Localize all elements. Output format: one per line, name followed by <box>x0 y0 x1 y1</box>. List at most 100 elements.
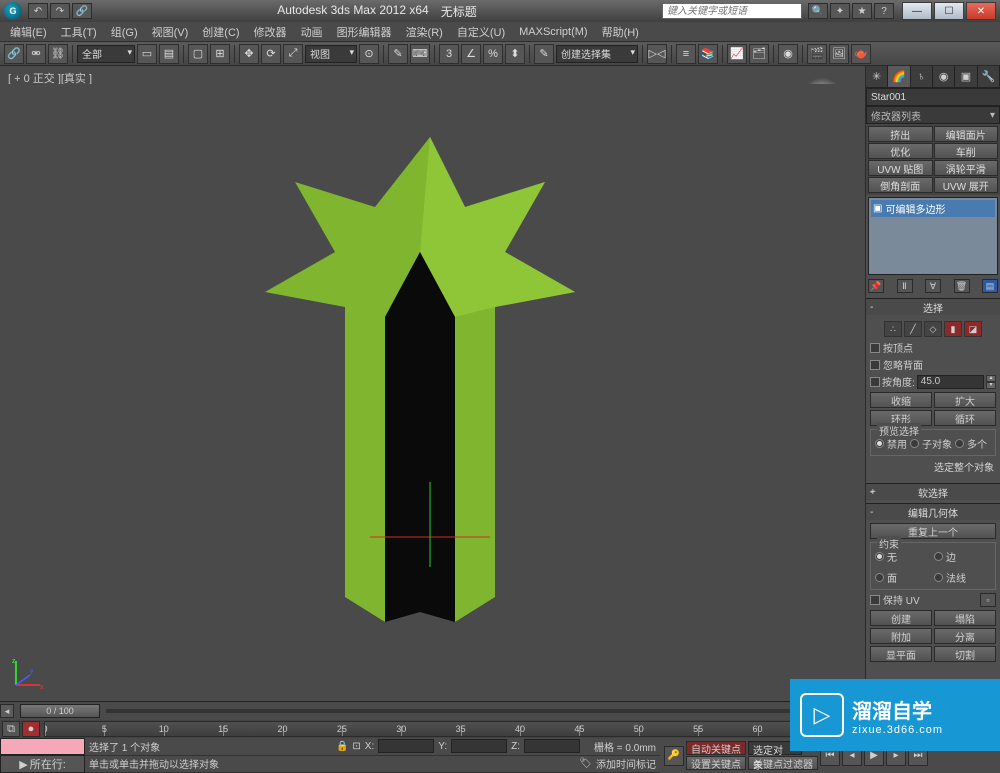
angle-spinner[interactable]: 45.0 <box>917 375 984 389</box>
object-name-field[interactable] <box>866 88 1000 106</box>
modifier-list[interactable]: 修改器列表▾ <box>866 106 1000 124</box>
radio-multi[interactable] <box>955 439 964 448</box>
radio-normal[interactable] <box>934 573 943 582</box>
tab-motion[interactable]: ◉ <box>933 66 955 87</box>
render-setup-icon[interactable]: 🎬 <box>807 44 827 64</box>
tab-hierarchy[interactable]: ♄ <box>911 66 933 87</box>
btn-grow[interactable]: 扩大 <box>934 392 996 408</box>
snap-icon[interactable]: 3 <box>439 44 459 64</box>
mod-btn-editpatch[interactable]: 编辑面片 <box>934 126 999 142</box>
menu-tools[interactable]: 工具(T) <box>55 22 103 42</box>
mod-btn-extrude[interactable]: 挤出 <box>868 126 933 142</box>
move-icon[interactable]: ✥ <box>239 44 259 64</box>
rollout-editgeo[interactable]: 编辑几何体 <box>866 504 1000 520</box>
radio-subobj[interactable] <box>910 439 919 448</box>
menu-views[interactable]: 视图(V) <box>146 22 195 42</box>
trackbar-toggle[interactable]: ⧉ <box>2 721 20 737</box>
btn-sliceplane[interactable]: 显平面 <box>870 646 932 662</box>
menu-help[interactable]: 帮助(H) <box>596 22 645 42</box>
infocenter-3[interactable]: ★ <box>852 3 872 19</box>
menu-modifiers[interactable]: 修改器 <box>248 22 293 42</box>
app-icon[interactable]: G <box>4 2 22 20</box>
mod-btn-turbosmooth[interactable]: 涡轮平滑 <box>934 160 999 176</box>
named-selection-set[interactable]: 创建选择集 <box>556 45 638 63</box>
link-icon[interactable]: 🔗 <box>4 44 24 64</box>
select-name-icon[interactable]: ▤ <box>159 44 179 64</box>
chk-preserveuv[interactable] <box>870 595 880 605</box>
named-sel-edit-icon[interactable]: ✎ <box>534 44 554 64</box>
subobj-polygon-icon[interactable]: ▮ <box>944 321 962 337</box>
curve-editor-icon[interactable]: 📈 <box>727 44 747 64</box>
menu-customize[interactable]: 自定义(U) <box>451 22 511 42</box>
infocenter-2[interactable]: ✦ <box>830 3 850 19</box>
qat-link[interactable]: 🔗 <box>72 3 92 19</box>
selection-filter[interactable]: 全部 <box>77 45 135 63</box>
menu-create[interactable]: 创建(C) <box>196 22 245 42</box>
help-search[interactable] <box>662 3 802 19</box>
tab-display[interactable]: ▣ <box>955 66 977 87</box>
chk-byvertex[interactable] <box>870 343 880 353</box>
infocenter-4[interactable]: ? <box>874 3 894 19</box>
btn-create[interactable]: 创建 <box>870 610 932 626</box>
close-button[interactable]: ✕ <box>966 2 996 20</box>
tab-modify[interactable]: 🌈 <box>888 66 910 87</box>
menu-group[interactable]: 组(G) <box>105 22 144 42</box>
time-slider[interactable]: 0 / 100 <box>20 704 100 718</box>
add-time-tag[interactable]: 添加时间标记 <box>596 756 656 771</box>
mirror-icon[interactable]: ▷◁ <box>647 44 667 64</box>
select-icon[interactable]: ▭ <box>137 44 157 64</box>
percent-snap-icon[interactable]: % <box>483 44 503 64</box>
menu-edit[interactable]: 编辑(E) <box>4 22 53 42</box>
rendered-frame-icon[interactable]: 🖼 <box>829 44 849 64</box>
chk-byangle[interactable] <box>870 377 880 387</box>
menu-animation[interactable]: 动画 <box>295 22 329 42</box>
expand-icon[interactable]: ▣ <box>873 203 882 214</box>
schematic-icon[interactable]: 🗂 <box>749 44 769 64</box>
lock-icon[interactable]: 🔒 <box>336 741 348 752</box>
timetag-icon[interactable]: 🏷 <box>579 758 592 769</box>
key-icon[interactable]: 🔑 <box>664 746 684 766</box>
align-icon[interactable]: ≡ <box>676 44 696 64</box>
coord-z[interactable] <box>524 739 580 753</box>
configure-icon[interactable]: ▤ <box>982 279 998 293</box>
bind-icon[interactable]: ⛓ <box>48 44 68 64</box>
show-end-icon[interactable]: Ⅱ <box>897 279 913 293</box>
radio-edge[interactable] <box>934 552 943 561</box>
subobj-border-icon[interactable]: ◇ <box>924 321 942 337</box>
stack-item-editable-poly[interactable]: ▣ 可编辑多边形 <box>871 200 995 217</box>
maximize-button[interactable]: ☐ <box>934 2 964 20</box>
refcoord-combo[interactable]: 视图 <box>305 45 357 63</box>
btn-attach[interactable]: 附加 <box>870 628 932 644</box>
manipulate-icon[interactable]: ✎ <box>388 44 408 64</box>
autokey-button[interactable]: 自动关键点 <box>686 741 746 755</box>
render-icon[interactable]: 🫖 <box>851 44 871 64</box>
preserve-uv-settings[interactable]: ▫ <box>980 593 996 607</box>
btn-detach[interactable]: 分离 <box>934 628 996 644</box>
viewport[interactable]: [ + 0 正交 ][真实 ] x z y <box>0 66 865 701</box>
macro-recorder[interactable] <box>0 738 85 755</box>
pivot-icon[interactable]: ⊙ <box>359 44 379 64</box>
unlink-icon[interactable]: ⚮ <box>26 44 46 64</box>
btn-collapse[interactable]: 塌陷 <box>934 610 996 626</box>
rollout-softselection[interactable]: +软选择 <box>866 484 1000 500</box>
radio-face[interactable] <box>875 573 884 582</box>
listener-prompt[interactable]: ▶ 所在行: <box>0 755 85 773</box>
btn-shrink[interactable]: 收缩 <box>870 392 932 408</box>
scene-object-star[interactable] <box>263 127 603 607</box>
radio-disable[interactable] <box>875 439 884 448</box>
rollout-selection[interactable]: 选择 <box>866 299 1000 315</box>
coord-x[interactable] <box>378 739 434 753</box>
mod-btn-optimize[interactable]: 优化 <box>868 143 933 159</box>
subobj-element-icon[interactable]: ◪ <box>964 321 982 337</box>
modifier-stack[interactable]: ▣ 可编辑多边形 <box>868 197 998 275</box>
rect-select-icon[interactable]: ▢ <box>188 44 208 64</box>
spin-down[interactable]: ▾ <box>986 382 996 389</box>
qat-redo[interactable]: ↷ <box>50 3 70 19</box>
keyboard-icon[interactable]: ⌨ <box>410 44 430 64</box>
menu-maxscript[interactable]: MAXScript(M) <box>513 24 593 40</box>
mod-btn-lathe[interactable]: 车削 <box>934 143 999 159</box>
btn-loop[interactable]: 循环 <box>934 410 996 426</box>
timeslider-left[interactable]: ◂ <box>0 704 14 718</box>
subobj-edge-icon[interactable]: ╱ <box>904 321 922 337</box>
window-cross-icon[interactable]: ⊞ <box>210 44 230 64</box>
